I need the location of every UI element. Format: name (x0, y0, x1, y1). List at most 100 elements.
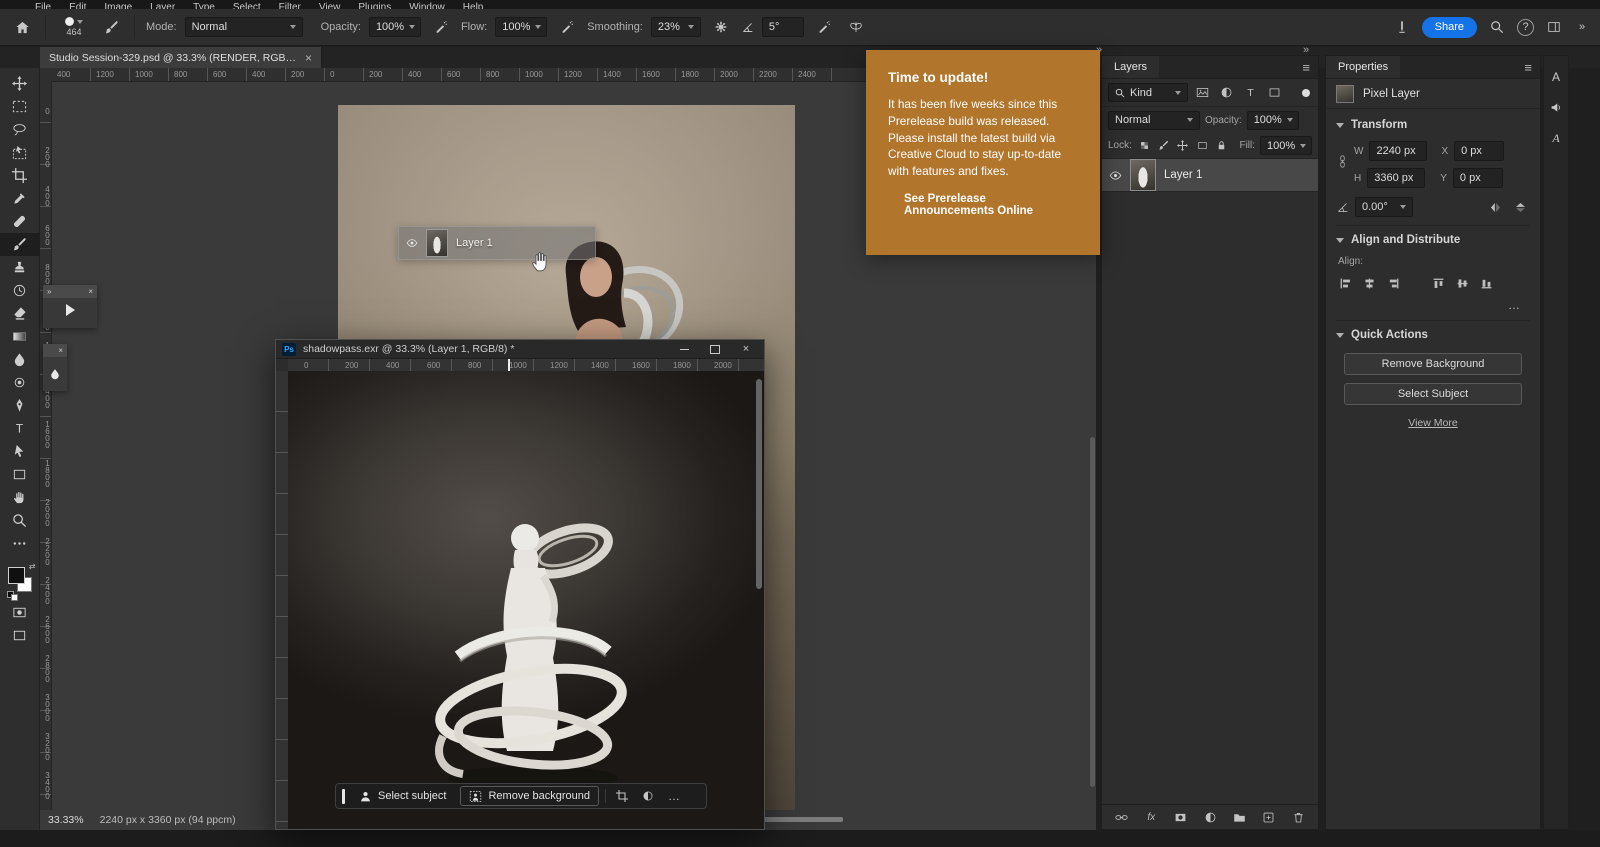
move-tool[interactable] (0, 72, 40, 95)
stylus-icon[interactable] (1390, 15, 1414, 39)
width-input[interactable]: 2240 px (1369, 141, 1427, 161)
blur-tool[interactable] (0, 348, 40, 371)
document-tab[interactable]: Studio Session-329.psd @ 33.3% (RENDER, … (40, 47, 322, 68)
brush-preset-picker[interactable]: 464 (57, 17, 91, 37)
character-panel-icon[interactable]: A (1552, 70, 1560, 84)
announcements-panel-icon[interactable] (1550, 101, 1563, 114)
more-tools-icon[interactable] (0, 532, 40, 555)
quick-actions-section-header[interactable]: Quick Actions (1336, 329, 1530, 341)
x-input[interactable]: 0 px (1454, 141, 1504, 161)
menu-item[interactable]: Type (184, 0, 224, 9)
delete-layer-icon[interactable] (1289, 808, 1308, 826)
y-input[interactable]: 0 px (1453, 168, 1503, 188)
play-icon[interactable] (66, 304, 75, 316)
align-top-icon[interactable] (1429, 274, 1448, 292)
drag-handle[interactable] (342, 789, 345, 804)
glyphs-panel-icon[interactable]: A (1552, 131, 1559, 146)
new-layer-icon[interactable] (1259, 808, 1278, 826)
layer-thumbnail[interactable] (1130, 159, 1156, 191)
menu-item[interactable]: Select (224, 0, 270, 9)
rotation-input[interactable]: 0.00° (1355, 197, 1413, 217)
transform-section-header[interactable]: Transform (1336, 119, 1530, 131)
window-canvas[interactable]: Select subject Remove background … (288, 371, 764, 829)
clone-stamp-tool[interactable] (0, 256, 40, 279)
layer-row-selected[interactable]: Layer 1 (1102, 159, 1318, 192)
remove-background-button[interactable]: Remove Background (1344, 353, 1522, 375)
zoom-tool[interactable] (0, 509, 40, 532)
path-selection-tool[interactable] (0, 440, 40, 463)
minimize-window-icon[interactable] (672, 341, 696, 358)
canvas-horizontal-scrollbar[interactable] (755, 817, 843, 822)
filter-pixel-layers-icon[interactable] (1193, 84, 1212, 102)
menu-item[interactable]: Image (95, 0, 141, 9)
menu-item[interactable]: File (26, 0, 60, 9)
lasso-tool[interactable] (0, 118, 40, 141)
lock-artboard-icon[interactable] (1195, 137, 1209, 155)
type-tool[interactable] (0, 417, 40, 440)
pressure-opacity-icon[interactable] (429, 15, 453, 39)
airbrush-icon[interactable] (555, 15, 579, 39)
rectangular-marquee-tool[interactable] (0, 95, 40, 118)
flow-dropdown[interactable]: 100% (495, 17, 547, 37)
collapse-icon[interactable]: » (47, 287, 51, 296)
tab-layers[interactable]: Layers (1102, 56, 1159, 78)
align-center-vertical-icon[interactable] (1453, 274, 1472, 292)
menu-item[interactable]: View (310, 0, 350, 9)
crop-icon[interactable] (612, 786, 632, 806)
menu-item[interactable]: Help (454, 0, 493, 9)
remove-background-button[interactable]: Remove background (460, 786, 599, 806)
rectangle-tool[interactable] (0, 463, 40, 486)
select-subject-button[interactable]: Select Subject (1344, 383, 1522, 405)
select-subject-button[interactable]: Select subject (351, 786, 454, 806)
menu-item[interactable]: Edit (60, 0, 95, 9)
adjustment-layer-icon[interactable] (1201, 808, 1220, 826)
layer-drag-ghost[interactable]: Layer 1 (398, 226, 596, 260)
gradient-tool[interactable] (0, 325, 40, 348)
share-button[interactable]: Share (1422, 17, 1477, 38)
eraser-tool[interactable] (0, 302, 40, 325)
filter-adjustment-layers-icon[interactable] (1217, 84, 1236, 102)
close-tab-icon[interactable]: × (305, 51, 312, 65)
object-selection-tool[interactable] (0, 141, 40, 164)
workspace-layout-icon[interactable] (1542, 15, 1566, 39)
crop-tool[interactable] (0, 164, 40, 187)
layer-effects-icon[interactable]: fx (1142, 808, 1161, 826)
link-dimensions-icon[interactable] (1336, 155, 1349, 168)
quick-mask-icon[interactable] (0, 601, 40, 624)
lock-all-icon[interactable] (1214, 137, 1228, 155)
screen-mode-icon[interactable] (0, 624, 40, 647)
eyedropper-tool[interactable] (0, 187, 40, 210)
gear-icon[interactable] (709, 15, 733, 39)
layer-filter-dropdown[interactable]: Kind (1108, 83, 1188, 102)
mode-dropdown[interactable]: Normal (185, 17, 303, 37)
menu-item[interactable]: Plugins (349, 0, 400, 9)
align-left-icon[interactable] (1336, 274, 1355, 292)
fill-dropdown[interactable]: 100% (1260, 136, 1312, 155)
window-vertical-scrollbar[interactable] (756, 379, 762, 589)
history-brush-tool[interactable] (0, 279, 40, 302)
align-right-icon[interactable] (1384, 274, 1403, 292)
pressure-size-icon[interactable] (812, 15, 836, 39)
foreground-color-swatch[interactable] (8, 567, 25, 584)
close-icon[interactable]: × (88, 287, 93, 296)
prerelease-announcements-link[interactable]: See Prerelease Announcements Online (904, 193, 1064, 217)
panel-menu-icon[interactable]: ≡ (1294, 56, 1318, 78)
link-layers-icon[interactable] (1112, 808, 1131, 826)
adjustments-icon[interactable] (638, 786, 658, 806)
window-title-bar[interactable]: Ps shadowpass.exr @ 33.3% (Layer 1, RGB/… (276, 340, 764, 359)
align-bottom-icon[interactable] (1477, 274, 1496, 292)
layer-visibility-eye-icon[interactable] (1109, 169, 1122, 182)
canvas-vertical-scrollbar[interactable] (1090, 437, 1095, 787)
collapse-options-icon[interactable]: » (1574, 15, 1590, 39)
zoom-level[interactable]: 33.33% (48, 814, 84, 826)
swap-colors-icon[interactable]: ⇄ (29, 562, 36, 571)
view-more-link[interactable]: View More (1336, 417, 1530, 429)
smoothing-dropdown[interactable]: 23% (651, 17, 701, 37)
pen-tool[interactable] (0, 394, 40, 417)
filter-shape-layers-icon[interactable] (1265, 84, 1284, 102)
search-icon[interactable] (1485, 15, 1509, 39)
align-more-options-icon[interactable]: … (1336, 298, 1530, 312)
maximize-window-icon[interactable] (703, 341, 727, 358)
layer-name[interactable]: Layer 1 (1164, 169, 1202, 181)
lock-position-icon[interactable] (1176, 137, 1190, 155)
